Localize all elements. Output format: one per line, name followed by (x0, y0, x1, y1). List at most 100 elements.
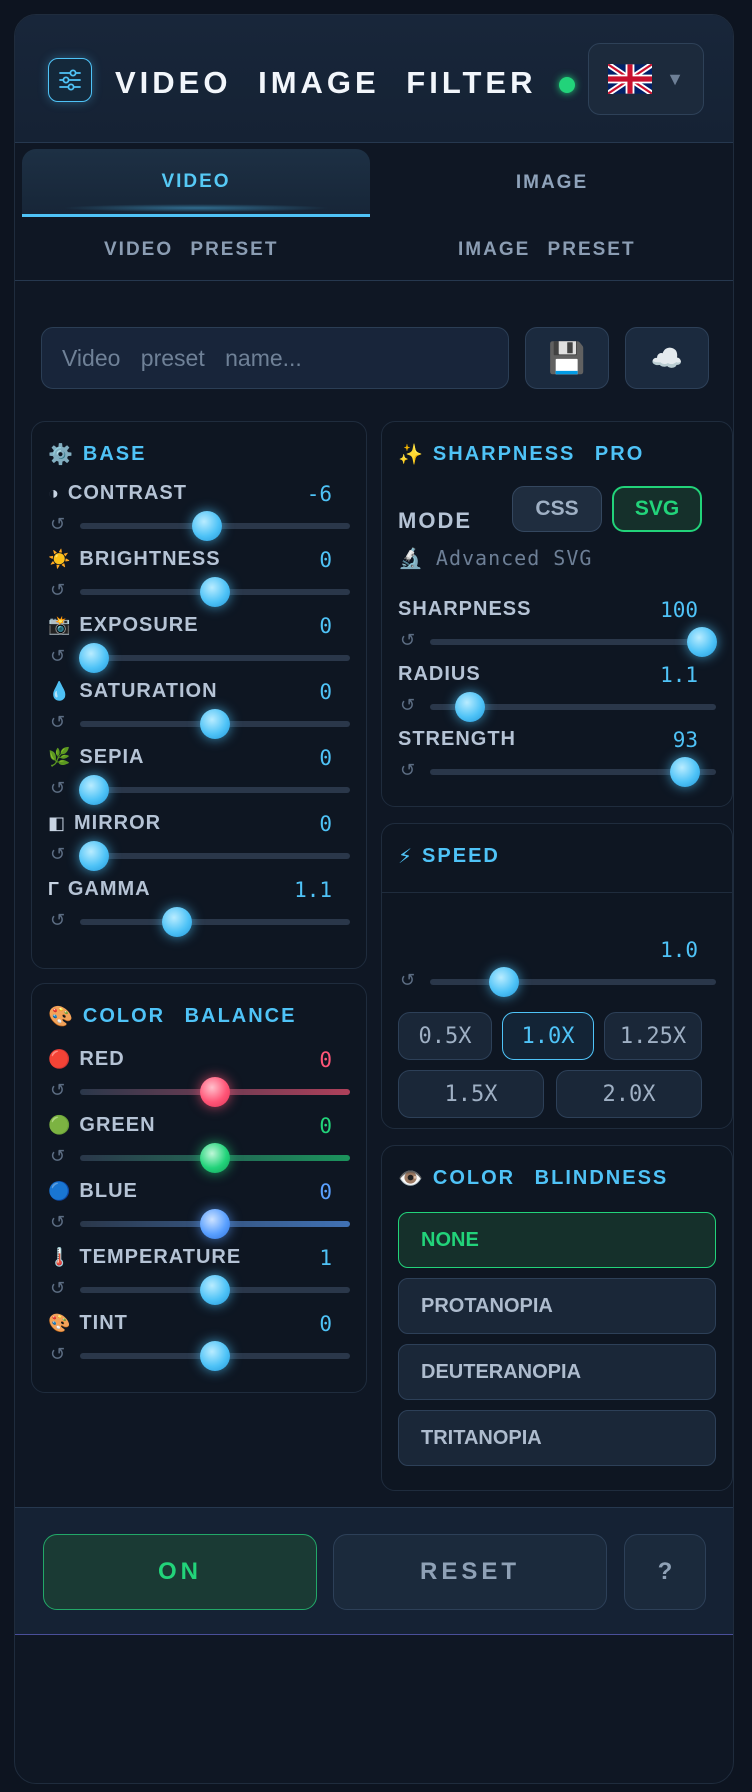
chevron-down-icon: ▼ (666, 68, 684, 89)
mode-svg-button[interactable]: SVG (612, 486, 702, 532)
slider-thumb[interactable] (200, 1275, 230, 1305)
contrast-value: -6 (306, 482, 332, 506)
image-preset-tab[interactable]: IMAGE PRESET (458, 239, 636, 261)
red-value: 0 (319, 1048, 332, 1072)
reset-icon[interactable]: ↺ (50, 1212, 65, 1233)
slider-row-brightness: ☀️ BRIGHTNESS 0 ↺ (48, 548, 350, 614)
mirror-label: ◧ MIRROR (48, 812, 162, 834)
tab-video[interactable]: VIDEO (22, 149, 370, 217)
reset-icon[interactable]: ↺ (50, 1344, 65, 1365)
gamma-slider[interactable] (80, 907, 350, 937)
reset-icon[interactable]: ↺ (400, 695, 415, 716)
brightness-label: ☀️ BRIGHTNESS (48, 548, 221, 570)
slider-thumb[interactable] (191, 511, 222, 541)
on-toggle-button[interactable]: ON (43, 1534, 317, 1610)
slider-row-contrast: ◑ CONTRAST -6 ↺ (48, 482, 350, 548)
reset-icon[interactable]: ↺ (50, 646, 65, 667)
brightness-slider[interactable] (80, 577, 350, 607)
slider-thumb[interactable] (669, 757, 700, 787)
reset-icon[interactable]: ↺ (400, 760, 415, 781)
mode-css-button[interactable]: CSS (512, 486, 602, 532)
color-blindness-none[interactable]: NONE (398, 1212, 716, 1268)
slider-row-mirror: ◧ MIRROR 0 ↺ (48, 812, 350, 878)
speed-row: 1.0 ↺ (398, 938, 716, 1004)
reset-icon[interactable]: ↺ (400, 630, 415, 651)
reset-icon[interactable]: ↺ (50, 910, 65, 931)
slider-row-temperature: 🌡️ TEMPERATURE 1 ↺ (48, 1246, 350, 1312)
preset-name-input[interactable] (41, 327, 509, 389)
tint-slider[interactable] (80, 1341, 350, 1371)
video-preset-tab[interactable]: VIDEO PRESET (104, 239, 278, 261)
slider-thumb[interactable] (78, 775, 109, 805)
slider-thumb[interactable] (489, 967, 520, 997)
green-slider[interactable] (80, 1143, 350, 1173)
color-blindness-tritanopia[interactable]: TRITANOPIA (398, 1410, 716, 1466)
slider-thumb[interactable] (78, 643, 109, 673)
contrast-label: ◑ CONTRAST (48, 482, 187, 504)
speed-slider[interactable] (430, 967, 716, 997)
temperature-slider[interactable] (80, 1275, 350, 1305)
lightning-icon: ⚡ (398, 846, 415, 868)
saturation-slider[interactable] (80, 709, 350, 739)
sharpness-slider[interactable] (430, 627, 717, 657)
mirror-slider[interactable] (78, 841, 350, 871)
slider-thumb[interactable] (200, 1143, 230, 1173)
sepia-label: 🌿 SEPIA (48, 746, 145, 768)
reset-icon[interactable]: ↺ (50, 1080, 65, 1101)
sepia-slider[interactable] (78, 775, 350, 805)
tab-image[interactable]: IMAGE (378, 149, 726, 217)
help-button[interactable]: ? (624, 1534, 706, 1610)
saturation-icon: 💧 (48, 681, 72, 701)
extension-panel: VIDEO IMAGE FILTER ▼ VIDEO IMAGE VIDEO P… (14, 14, 734, 1784)
slider-thumb[interactable] (200, 1341, 230, 1371)
slider-row-radius: RADIUS 1.1 ↺ (398, 663, 716, 729)
speed-title: ⚡ SPEED (398, 845, 500, 868)
red-icon: 🔴 (48, 1049, 72, 1069)
slider-thumb[interactable] (686, 627, 717, 657)
reset-icon[interactable]: ↺ (50, 1278, 65, 1299)
slider-thumb[interactable] (200, 1077, 230, 1107)
reset-button[interactable]: RESET (333, 1534, 607, 1610)
saturation-value: 0 (319, 680, 332, 704)
radius-slider[interactable] (430, 692, 716, 722)
slider-thumb[interactable] (78, 841, 109, 871)
speed-chip-1-5x[interactable]: 1.5X (398, 1070, 544, 1118)
red-slider[interactable] (80, 1077, 350, 1107)
reset-icon[interactable]: ↺ (400, 970, 415, 991)
speed-chip-2-0x[interactable]: 2.0X (556, 1070, 702, 1118)
speed-chip-1-25x[interactable]: 1.25X (604, 1012, 702, 1060)
speed-chip-0-5x[interactable]: 0.5X (398, 1012, 492, 1060)
exposure-slider[interactable] (78, 643, 350, 673)
reset-icon[interactable]: ↺ (50, 712, 65, 733)
language-selector[interactable]: ▼ (588, 43, 704, 115)
tint-label: 🎨 TINT (48, 1312, 128, 1334)
slider-thumb[interactable] (200, 577, 230, 607)
slider-thumb[interactable] (455, 692, 486, 722)
reset-icon[interactable]: ↺ (50, 1146, 65, 1167)
sharpness-value: 100 (660, 598, 698, 622)
slider-row-blue: 🔵 BLUE 0 ↺ (48, 1180, 350, 1246)
temperature-icon: 🌡️ (48, 1247, 72, 1267)
reset-icon[interactable]: ↺ (50, 844, 65, 865)
sparkles-icon: ✨ (398, 444, 425, 466)
contrast-slider[interactable] (80, 511, 350, 541)
brightness-icon: ☀️ (48, 549, 72, 569)
slider-row-sepia: 🌿 SEPIA 0 ↺ (48, 746, 350, 812)
slider-thumb[interactable] (200, 709, 230, 739)
speed-chip-1-0x[interactable]: 1.0X (502, 1012, 594, 1060)
sepia-value: 0 (319, 746, 332, 770)
color-blindness-protanopia[interactable]: PROTANOPIA (398, 1278, 716, 1334)
strength-slider[interactable] (430, 757, 716, 787)
exposure-value: 0 (319, 614, 332, 638)
blue-slider[interactable] (80, 1209, 350, 1239)
slider-thumb[interactable] (200, 1209, 230, 1239)
color-blindness-deuteranopia[interactable]: DEUTERANOPIA (398, 1344, 716, 1400)
slider-thumb[interactable] (162, 907, 193, 937)
slider-row-gamma: Γ GAMMA 1.1 ↺ (48, 878, 350, 944)
cloud-preset-button[interactable]: ☁️ (625, 327, 709, 389)
reset-icon[interactable]: ↺ (50, 514, 65, 535)
reset-icon[interactable]: ↺ (50, 580, 65, 601)
tint-icon: 🎨 (48, 1313, 72, 1333)
reset-icon[interactable]: ↺ (50, 778, 65, 799)
save-preset-button[interactable]: 💾 (525, 327, 609, 389)
